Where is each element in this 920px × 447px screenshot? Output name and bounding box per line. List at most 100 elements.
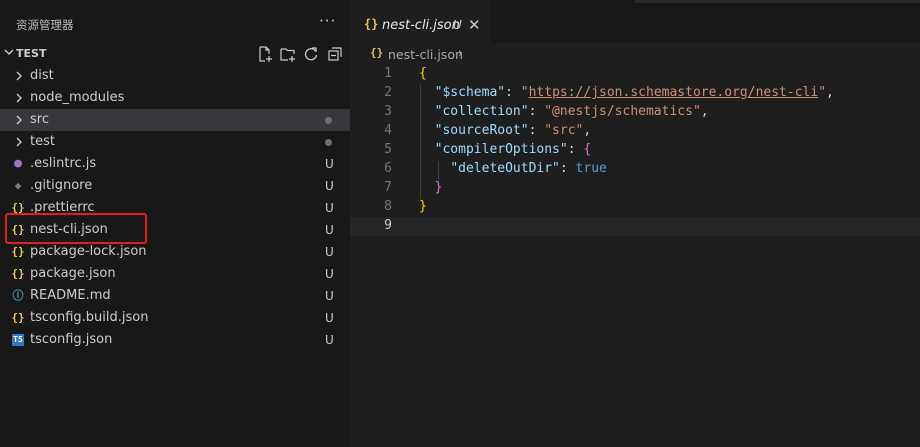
highlight-box [5, 213, 147, 244]
json-file-icon: {} [370, 46, 384, 59]
explorer-title: 资源管理器 [16, 18, 74, 32]
explorer-sidebar: 资源管理器 ··· TEST dist node_modules src tes… [0, 0, 350, 447]
file-item[interactable]: ● .eslintrc.js U [0, 153, 350, 175]
folder-item[interactable]: node_modules [0, 87, 350, 109]
chevron-down-icon [4, 49, 14, 55]
code-token: " [520, 85, 529, 100]
file-item[interactable]: ⓘ README.md U [0, 285, 350, 307]
line-content: "sourceRoot": "src", [419, 123, 592, 138]
code-token: "@nestjs/schematics" [544, 104, 701, 119]
workspace-name: TEST [16, 47, 47, 60]
code-line: 3 "collection": "@nestjs/schematics", [350, 103, 920, 122]
folder-item[interactable]: dist [0, 65, 350, 87]
workspace-section-header[interactable]: TEST [0, 43, 350, 65]
code-token: : [505, 85, 521, 100]
line-content: } [419, 199, 427, 214]
item-label: README.md [30, 288, 111, 303]
json-file-icon: {} [11, 311, 25, 324]
item-label: src [30, 112, 49, 127]
line-content: "collection": "@nestjs/schematics", [419, 104, 709, 119]
item-label: test [30, 134, 55, 149]
line-number: 1 [384, 66, 392, 81]
git-status-badge: U [325, 179, 334, 193]
breadcrumb-item[interactable]: nest-cli.json [388, 47, 463, 62]
item-label: tsconfig.build.json [30, 310, 149, 325]
git-status-badge: U [325, 311, 334, 325]
collapse-all-icon[interactable] [326, 45, 344, 63]
code-token: , [826, 85, 834, 100]
line-content: "compilerOptions": { [419, 142, 592, 157]
chevron-right-icon [16, 71, 22, 81]
new-file-icon[interactable] [256, 45, 274, 63]
new-folder-icon[interactable] [279, 45, 297, 63]
title-area-strip [635, 0, 920, 3]
line-content: "$schema": "https://json.schemastore.org… [419, 85, 834, 100]
file-item[interactable]: TS tsconfig.json U [0, 329, 350, 351]
code-token: "deleteOutDir" [450, 161, 560, 176]
line-number: 9 [384, 218, 392, 233]
git-icon: ◆ [14, 179, 22, 192]
file-item[interactable]: {} package.json U [0, 263, 350, 285]
item-label: .gitignore [30, 178, 93, 193]
chevron-right-icon [16, 137, 22, 147]
code-token: , [583, 123, 592, 138]
file-item[interactable]: {} package-lock.json U [0, 241, 350, 263]
typescript-icon: TS [12, 334, 24, 346]
line-number: 7 [384, 180, 392, 195]
git-status-badge: U [325, 245, 334, 259]
tab-status: U [453, 18, 462, 32]
code-token: true [575, 161, 607, 176]
indent-guide [420, 85, 421, 199]
close-icon[interactable]: ✕ [468, 16, 481, 34]
code-token: : [559, 161, 576, 176]
more-actions-icon[interactable]: ··· [319, 12, 336, 30]
code-line: 6 "deleteOutDir": true [350, 160, 920, 179]
code-line: 2 "$schema": "https://json.schemastore.o… [350, 84, 920, 103]
modified-dot-icon [325, 117, 332, 124]
item-label: package.json [30, 266, 116, 281]
code-editor[interactable]: 1{2 "$schema": "https://json.schemastore… [350, 65, 920, 447]
eslint-icon: ● [14, 156, 22, 171]
git-status-badge: U [325, 201, 334, 215]
item-label: .eslintrc.js [30, 156, 97, 171]
code-token: : [528, 104, 545, 119]
tab-bar: {} nest-cli.json U ✕ [350, 0, 920, 44]
line-number: 3 [384, 104, 392, 119]
item-label: tsconfig.json [30, 332, 113, 347]
code-line: 5 "compilerOptions": { [350, 141, 920, 160]
code-token: { [419, 66, 427, 81]
folder-item[interactable]: src [0, 109, 350, 131]
file-item[interactable]: {} tsconfig.build.json U [0, 307, 350, 329]
code-token: : [528, 123, 545, 138]
line-content: { [419, 66, 427, 81]
code-token: " [818, 85, 827, 100]
line-number: 8 [384, 199, 392, 214]
file-item[interactable]: ◆ .gitignore U [0, 175, 350, 197]
code-line: 8} [350, 198, 920, 217]
modified-dot-icon [325, 139, 332, 146]
chevron-right-icon [16, 93, 22, 103]
git-status-badge: U [325, 289, 334, 303]
code-token: : [567, 142, 584, 157]
refresh-icon[interactable] [302, 45, 320, 63]
item-label: package-lock.json [30, 244, 147, 259]
code-token: "sourceRoot" [434, 123, 529, 138]
tab-nest-cli-json[interactable]: {} nest-cli.json U ✕ [350, 0, 490, 44]
code-token: "compilerOptions" [434, 142, 568, 157]
line-content: "deleteOutDir": true [419, 161, 607, 176]
indent-guide [438, 161, 439, 180]
code-token: , [700, 104, 709, 119]
folder-item[interactable]: test [0, 131, 350, 153]
json-file-icon: {} [11, 245, 25, 258]
json-file-icon: {} [11, 267, 25, 280]
tab-label: nest-cli.json [382, 18, 460, 33]
code-line: 1{ [350, 65, 920, 84]
git-status-badge: U [325, 267, 334, 281]
line-content: } [419, 180, 443, 195]
item-label: node_modules [30, 90, 125, 105]
